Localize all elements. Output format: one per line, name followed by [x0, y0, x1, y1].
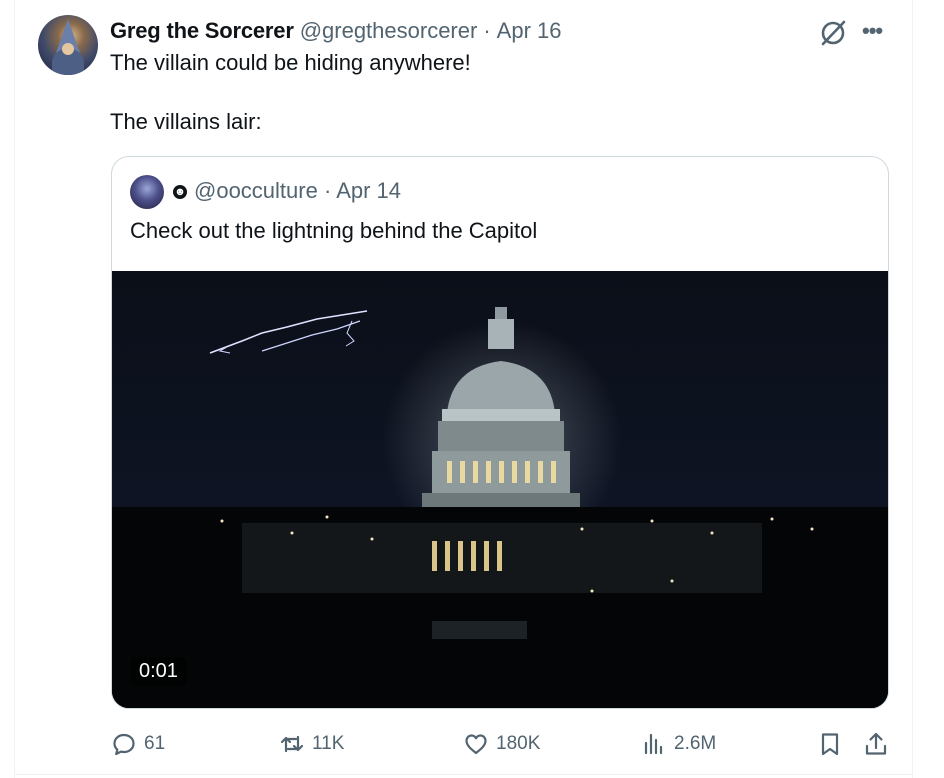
share-button[interactable] — [862, 728, 890, 760]
tweet-text: The villain could be hiding anywhere! Th… — [110, 48, 890, 136]
views-count: 2.6M — [674, 733, 717, 754]
views-button[interactable]: 2.6M — [640, 728, 716, 760]
quoted-header: @oocculture · Apr 14 — [194, 178, 401, 204]
repost-arrows-icon — [280, 735, 304, 753]
meta-separator: · — [483, 18, 491, 43]
repost-button[interactable]: 11K — [278, 728, 344, 760]
capitol-night-video-frame — [112, 271, 888, 708]
author-handle[interactable]: @gregthesorcerer — [300, 18, 478, 44]
card-border-right — [912, 0, 913, 778]
grok-button[interactable] — [818, 18, 848, 48]
tweet-text-line-2: The villains lair: — [110, 109, 262, 134]
quoted-author-avatar[interactable] — [130, 175, 164, 209]
bar-chart-icon — [644, 733, 663, 755]
smiley-badge-icon: ☻ — [173, 185, 187, 199]
like-count: 180K — [496, 733, 541, 754]
quoted-separator: · — [323, 178, 332, 203]
tweet-text-line-1: The villain could be hiding anywhere! — [110, 50, 471, 75]
more-dots-icon[interactable]: ••• — [862, 18, 883, 44]
card-border-left — [14, 0, 15, 778]
tweet-date[interactable]: Apr 16 — [497, 18, 562, 44]
heart-icon — [465, 734, 487, 755]
repost-count: 11K — [312, 733, 345, 754]
speech-bubble-icon — [113, 733, 135, 756]
author-avatar[interactable] — [38, 15, 98, 75]
quoted-date[interactable]: Apr 14 — [336, 178, 401, 203]
card-border-bottom — [14, 774, 913, 775]
reply-count: 61 — [144, 733, 166, 754]
video-time-badge: 0:01 — [130, 657, 187, 686]
video-player[interactable]: 0:01 — [112, 271, 888, 708]
tweet-header: Greg the Sorcerer @gregthesorcerer · Apr… — [110, 14, 561, 48]
grok-icon — [821, 20, 846, 46]
quoted-text: Check out the lightning behind the Capit… — [130, 218, 538, 243]
author-name[interactable]: Greg the Sorcerer — [110, 18, 294, 44]
quoted-tweet[interactable]: ☻ @oocculture · Apr 14 Check out the lig… — [111, 156, 889, 709]
tweet-actions: 61 11K 180K 2.6M — [110, 728, 890, 760]
like-button[interactable]: 180K — [462, 728, 540, 760]
bookmark-icon — [821, 733, 839, 756]
share-icon — [865, 732, 887, 755]
bookmark-button[interactable] — [816, 728, 844, 760]
reply-button[interactable]: 61 — [110, 728, 165, 760]
quoted-handle[interactable]: @oocculture — [194, 178, 318, 203]
